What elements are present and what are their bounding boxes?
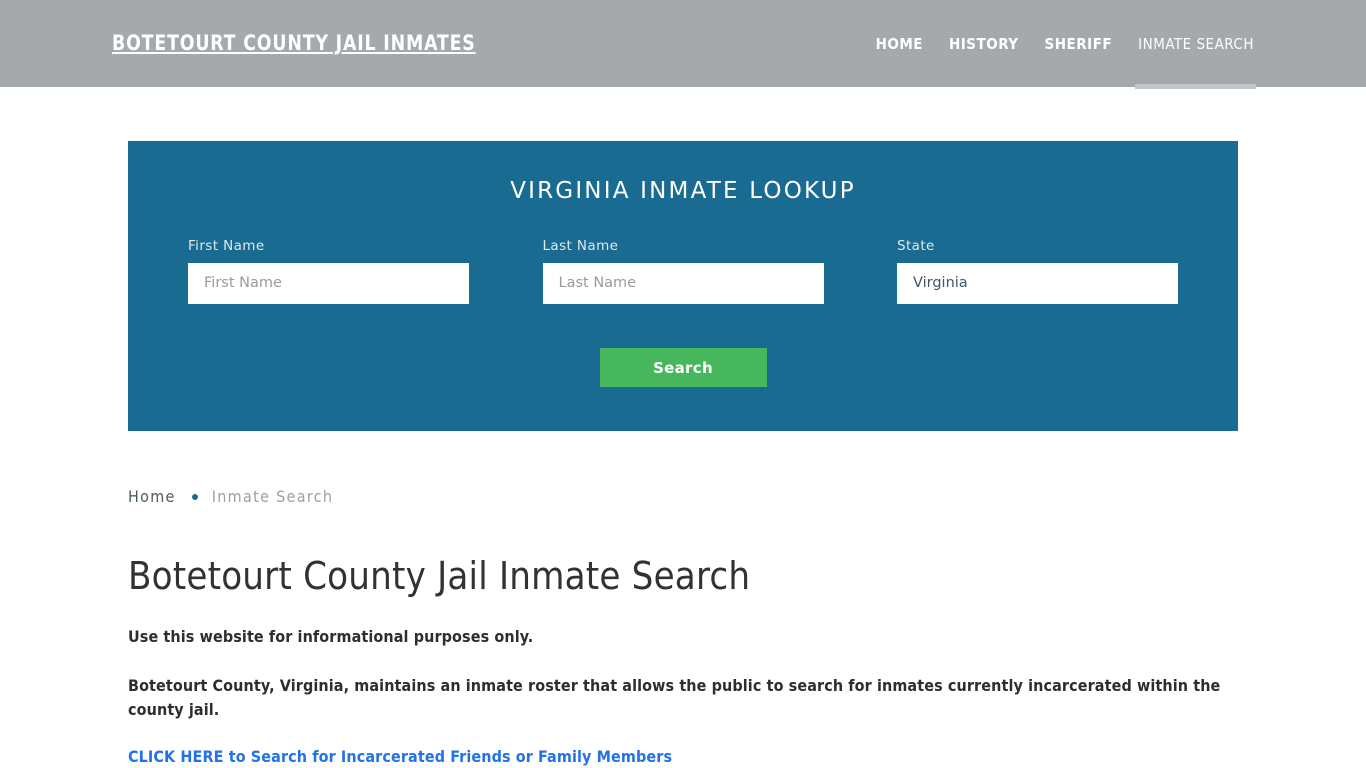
last-name-input[interactable] [542, 263, 824, 305]
first-name-label: First Name [188, 238, 265, 255]
panel-title: Virginia Inmate Lookup [510, 178, 856, 204]
nav-item-sheriff[interactable]: Sheriff [1032, 0, 1126, 87]
search-fields-row: First Name Last Name State [188, 238, 1178, 305]
inmate-lookup-panel: Virginia Inmate Lookup First Name Last N… [128, 141, 1238, 432]
site-brand-title[interactable]: Botetourt County Jail Inmates [112, 31, 476, 55]
state-input[interactable] [897, 263, 1178, 305]
search-button-row: Search [188, 348, 1178, 388]
main-navigation: Home History Sheriff Inmate Search [863, 0, 1256, 89]
first-name-field-group: First Name [188, 238, 469, 305]
breadcrumb: Home Inmate Search [128, 487, 1238, 506]
nav-item-inmate-search[interactable]: Inmate Search [1125, 0, 1256, 89]
site-header: Botetourt County Jail Inmates Home Histo… [0, 0, 1366, 89]
intro-paragraph-1: Use this website for informational purpo… [128, 627, 534, 647]
page-content: Home Inmate Search Botetourt County Jail… [128, 431, 1238, 768]
intro-paragraph-2: Botetourt County, Virginia, maintains an… [128, 676, 1221, 719]
last-name-label: Last Name [542, 238, 619, 255]
nav-item-history[interactable]: History [936, 0, 1032, 87]
search-button[interactable]: Search [599, 348, 767, 388]
breadcrumb-home-link[interactable]: Home [128, 487, 176, 506]
state-field-group: State [897, 238, 1178, 305]
state-label: State [897, 238, 935, 255]
first-name-input[interactable] [188, 263, 469, 305]
search-panel-wrapper: Virginia Inmate Lookup First Name Last N… [0, 87, 1366, 432]
last-name-field-group: Last Name [542, 238, 824, 305]
nav-item-home[interactable]: Home [863, 0, 936, 87]
breadcrumb-current-page: Inmate Search [211, 487, 334, 507]
breadcrumb-separator-dot-icon [191, 493, 198, 500]
page-title: Botetourt County Jail Inmate Search [128, 554, 751, 599]
search-cta-link[interactable]: CLICK HERE to Search for Incarcerated Fr… [128, 747, 1238, 766]
